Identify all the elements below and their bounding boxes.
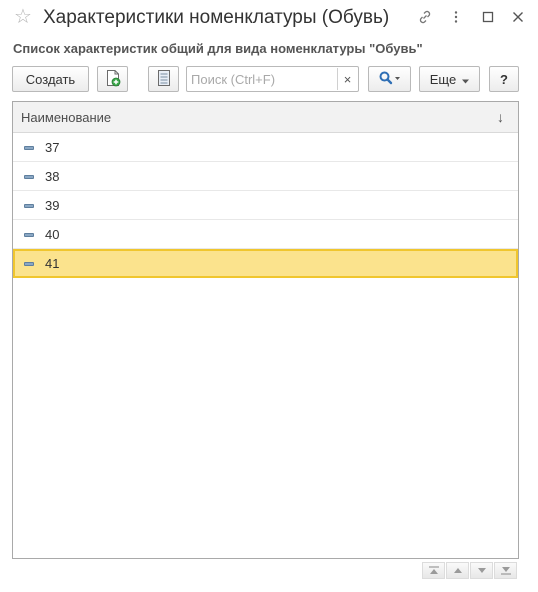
more-actions-label: Еще [429, 71, 457, 87]
row-name: 40 [45, 227, 60, 242]
row-name: 37 [45, 140, 60, 155]
row-name: 41 [45, 256, 60, 271]
form-subtitle: Список характеристик общий для вида номе… [13, 41, 423, 56]
help-button[interactable]: ? [489, 66, 519, 92]
search-options-button[interactable] [368, 66, 411, 92]
scroll-to-top-button[interactable] [422, 562, 445, 579]
row-marker-icon [24, 146, 34, 150]
close-icon[interactable] [509, 8, 527, 26]
maximize-icon[interactable] [479, 8, 497, 26]
table-row-selected[interactable]: 41 [13, 249, 518, 278]
table-row[interactable]: 40 [13, 220, 518, 249]
column-header-name[interactable]: Наименование [21, 110, 111, 125]
chevron-up-icon [452, 566, 464, 575]
search-input[interactable] [187, 67, 337, 91]
row-marker-icon [24, 175, 34, 179]
window-titlebar: ☆ Характеристики номенклатуры (Обувь) [0, 0, 538, 38]
row-marker-icon [24, 204, 34, 208]
star-icon[interactable]: ☆ [14, 7, 32, 27]
characteristics-table[interactable]: Наименование ↓ 37 38 39 40 41 [12, 101, 519, 559]
table-row[interactable]: 37 [13, 133, 518, 162]
row-marker-icon [24, 262, 34, 266]
create-button[interactable]: Создать [12, 66, 89, 92]
clear-search-button[interactable]: × [337, 68, 357, 90]
scroll-to-bottom-button[interactable] [494, 562, 517, 579]
sort-indicator-icon[interactable]: ↓ [497, 109, 504, 125]
more-actions-button[interactable]: Еще [419, 66, 480, 92]
create-button-label: Создать [25, 71, 76, 87]
double-down-icon [500, 566, 512, 575]
row-marker-icon [24, 233, 34, 237]
table-row[interactable]: 39 [13, 191, 518, 220]
search-field[interactable]: × [186, 66, 359, 92]
row-name: 39 [45, 198, 60, 213]
row-name: 38 [45, 169, 60, 184]
chevron-down-icon [462, 72, 470, 87]
table-header[interactable]: Наименование ↓ [13, 102, 518, 133]
add-document-button[interactable] [97, 66, 128, 92]
add-document-icon [105, 69, 121, 90]
double-up-icon [428, 566, 440, 575]
scroll-down-button[interactable] [470, 562, 493, 579]
link-icon[interactable] [416, 8, 434, 26]
search-icon [378, 70, 402, 89]
more-vertical-icon[interactable] [447, 8, 465, 26]
help-button-label: ? [500, 71, 508, 87]
window-title: Характеристики номенклатуры (Обувь) [43, 7, 390, 28]
chevron-down-icon [476, 566, 488, 575]
table-row[interactable]: 38 [13, 162, 518, 191]
list-view-icon [157, 69, 171, 90]
list-view-button[interactable] [148, 66, 179, 92]
scroll-up-button[interactable] [446, 562, 469, 579]
